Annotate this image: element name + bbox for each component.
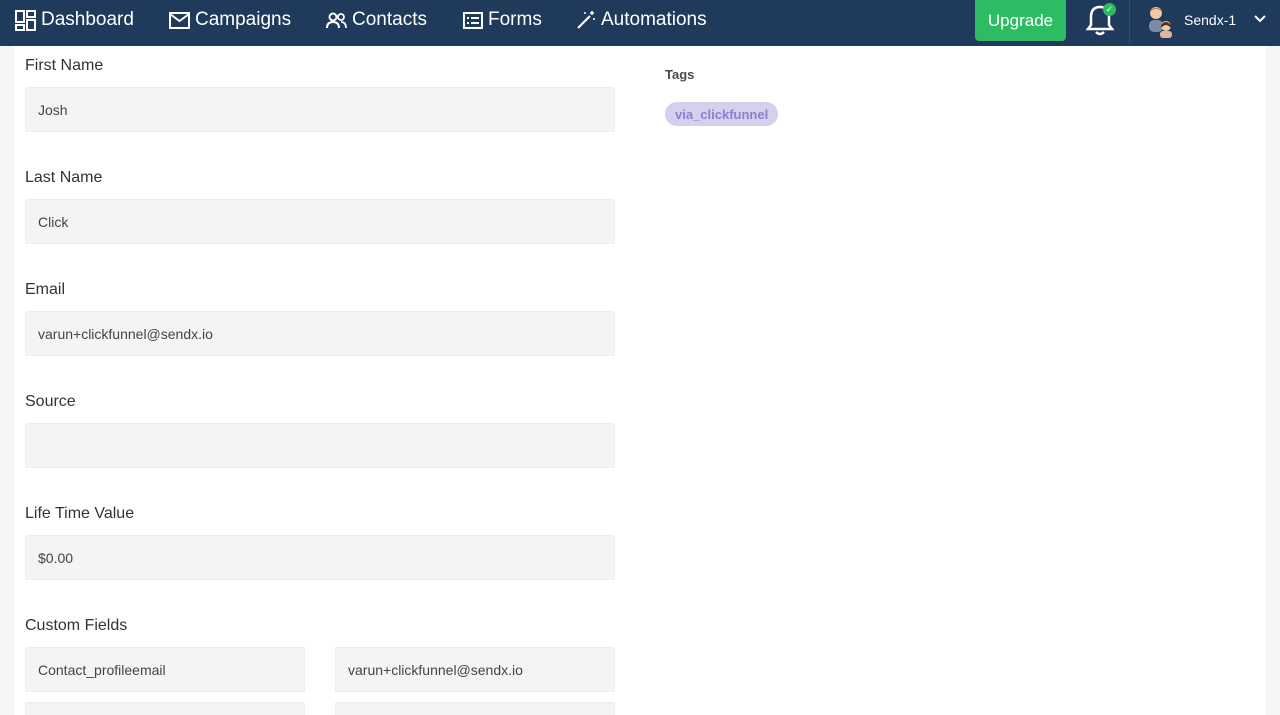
nav-automations[interactable]: Automations: [576, 0, 707, 40]
first-name-input[interactable]: [25, 87, 615, 132]
custom-fields-label: Custom Fields: [25, 617, 128, 634]
last-name-input[interactable]: [25, 199, 615, 244]
dashboard-icon: [15, 9, 36, 31]
email-label: Email: [25, 281, 66, 298]
people-icon: [326, 12, 347, 28]
nav-forms-label: Forms: [488, 9, 542, 30]
nav-campaigns[interactable]: Campaigns: [169, 0, 291, 40]
nav-automations-label: Automations: [601, 9, 707, 30]
tags-title: Tags: [665, 67, 695, 82]
nav-contacts-label: Contacts: [352, 9, 427, 30]
custom-field-value-input[interactable]: [335, 702, 615, 715]
mail-icon: [169, 11, 190, 29]
last-name-label: Last Name: [25, 169, 103, 186]
nav-campaigns-label: Campaigns: [195, 9, 292, 30]
first-name-label: First Name: [25, 57, 104, 74]
notification-badge: ✓: [1103, 3, 1116, 16]
contact-detail-panel: First Name Last Name Email Source Life T…: [14, 46, 1266, 715]
upgrade-button[interactable]: Upgrade: [975, 0, 1066, 41]
email-input[interactable]: [25, 311, 615, 356]
nav-contacts[interactable]: Contacts: [326, 0, 427, 40]
nav-forms[interactable]: Forms: [463, 0, 542, 40]
top-navbar: Dashboard Campaigns Contacts Forms Autom…: [0, 0, 1280, 46]
lifetime-value-input[interactable]: [25, 535, 615, 580]
nav-divider: [1129, 0, 1130, 44]
form-icon: [463, 11, 483, 29]
custom-field-value-input[interactable]: [335, 647, 615, 692]
nav-dashboard[interactable]: Dashboard: [15, 0, 134, 40]
lifetime-value-label: Life Time Value: [25, 505, 135, 522]
magic-wand-icon: [577, 11, 595, 29]
tag-chip[interactable]: via_clickfunnel: [665, 102, 779, 126]
account-name[interactable]: Sendx-1: [1184, 12, 1236, 28]
source-label: Source: [25, 393, 76, 410]
nav-dashboard-label: Dashboard: [41, 9, 134, 30]
custom-field-name-input[interactable]: [25, 702, 305, 715]
avatar[interactable]: [1144, 4, 1176, 38]
chevron-down-icon[interactable]: [1253, 14, 1267, 24]
source-input[interactable]: [25, 423, 615, 468]
custom-field-name-input[interactable]: [25, 647, 305, 692]
